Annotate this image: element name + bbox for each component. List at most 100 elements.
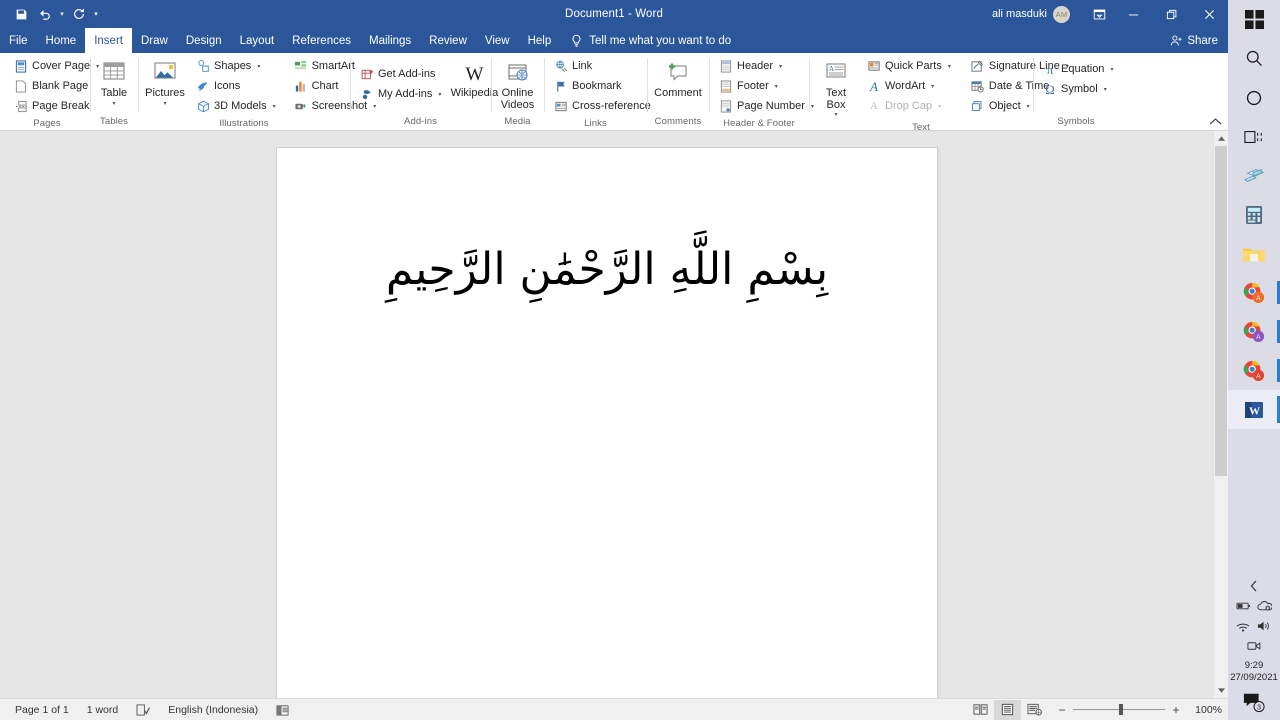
calculator-icon[interactable] bbox=[1228, 195, 1280, 234]
task-view-button[interactable] bbox=[1228, 117, 1280, 156]
zoom-track[interactable] bbox=[1073, 704, 1165, 715]
restore-down-icon[interactable] bbox=[1152, 0, 1190, 28]
chevron-down-icon[interactable]: ▾ bbox=[1027, 103, 1030, 110]
chevron-down-icon[interactable]: ▾ bbox=[775, 83, 778, 90]
chrome-window-3[interactable]: A bbox=[1228, 351, 1280, 390]
text-box-button[interactable]: A Text Box ▾ bbox=[814, 56, 858, 120]
chevron-down-icon[interactable]: ▾ bbox=[112, 100, 115, 108]
chevron-down-icon[interactable]: ▾ bbox=[1110, 66, 1113, 73]
ribbon-display-options-icon[interactable] bbox=[1084, 0, 1114, 28]
zoom-out-button[interactable]: − bbox=[1054, 703, 1070, 717]
3d-models-button[interactable]: 3D Models ▾ bbox=[191, 96, 281, 116]
chevron-down-icon[interactable]: ▾ bbox=[273, 103, 276, 110]
onedrive-icon[interactable] bbox=[1257, 600, 1272, 612]
cross-reference-button[interactable]: Cross-reference bbox=[549, 96, 656, 116]
chevron-down-icon[interactable]: ▾ bbox=[938, 103, 941, 110]
chevron-down-icon[interactable]: ▾ bbox=[438, 91, 441, 98]
header-button[interactable]: Header ▾ bbox=[714, 56, 819, 76]
tab-file[interactable]: File bbox=[0, 28, 37, 53]
icons-button[interactable]: Icons bbox=[191, 76, 281, 96]
wikipedia-button[interactable]: W Wikipedia bbox=[451, 56, 499, 101]
search-button[interactable] bbox=[1228, 39, 1280, 78]
word-count[interactable]: 1 word bbox=[78, 700, 128, 720]
chrome-window-1[interactable]: A bbox=[1228, 273, 1280, 312]
print-layout-icon[interactable] bbox=[994, 699, 1021, 720]
chevron-down-icon[interactable]: ▾ bbox=[257, 63, 260, 70]
tab-insert[interactable]: Insert bbox=[85, 28, 132, 53]
cortana-circle-icon[interactable] bbox=[1228, 78, 1280, 117]
online-videos-button[interactable]: Online Videos bbox=[496, 56, 540, 112]
save-icon[interactable] bbox=[10, 3, 32, 25]
action-center-icon[interactable]: 3 bbox=[1228, 686, 1280, 718]
bookmark-button[interactable]: Bookmark bbox=[549, 76, 656, 96]
show-hidden-icons-chevron[interactable] bbox=[1249, 576, 1259, 596]
chevron-down-icon[interactable]: ▾ bbox=[779, 63, 782, 70]
get-add-ins-button[interactable]: Get Add-ins bbox=[355, 64, 446, 84]
shapes-button[interactable]: Shapes ▾ bbox=[191, 56, 281, 76]
chevron-down-icon[interactable]: ▾ bbox=[948, 63, 951, 70]
page-number-button[interactable]: Page Number ▾ bbox=[714, 96, 819, 116]
quick-parts-button[interactable]: Quick Parts ▾ bbox=[862, 56, 956, 76]
books-icon[interactable] bbox=[1228, 156, 1280, 195]
tell-me-search[interactable]: Tell me what you want to do bbox=[570, 28, 731, 53]
comment-button[interactable]: Comment bbox=[652, 56, 704, 101]
document-page[interactable]: بِسْمِ اللَّهِ الرَّحْمَٰنِ الرَّحِيمِ bbox=[277, 148, 937, 698]
chrome-window-2[interactable]: A bbox=[1228, 312, 1280, 351]
symbol-button[interactable]: Ω Symbol ▾ bbox=[1038, 79, 1118, 99]
tab-mailings[interactable]: Mailings bbox=[360, 28, 420, 53]
link-button[interactable]: Link bbox=[549, 56, 656, 76]
tab-home[interactable]: Home bbox=[37, 28, 86, 53]
tab-design[interactable]: Design bbox=[177, 28, 231, 53]
start-button[interactable] bbox=[1228, 0, 1280, 39]
redo-icon[interactable] bbox=[68, 3, 90, 25]
battery-icon[interactable] bbox=[1236, 601, 1251, 611]
chevron-down-icon[interactable]: ▾ bbox=[163, 100, 166, 108]
account-name[interactable]: ali masduki bbox=[992, 8, 1047, 20]
meet-now-icon[interactable] bbox=[1247, 640, 1261, 652]
chevron-down-icon[interactable]: ▾ bbox=[834, 111, 837, 119]
pictures-button[interactable]: Pictures ▾ bbox=[143, 56, 187, 109]
tab-draw[interactable]: Draw bbox=[132, 28, 177, 53]
language-indicator[interactable]: English (Indonesia) bbox=[159, 700, 267, 720]
table-button[interactable]: Table ▾ bbox=[92, 56, 136, 109]
word-window[interactable]: W bbox=[1228, 390, 1280, 429]
scroll-down-arrow-icon[interactable] bbox=[1214, 683, 1228, 698]
tab-help[interactable]: Help bbox=[519, 28, 561, 53]
avatar[interactable]: AM bbox=[1053, 5, 1070, 23]
page-count[interactable]: Page 1 of 1 bbox=[6, 700, 78, 720]
scrollbar-track[interactable] bbox=[1214, 146, 1228, 683]
tab-references[interactable]: References bbox=[283, 28, 360, 53]
my-add-ins-button[interactable]: My Add-ins ▾ bbox=[355, 84, 446, 104]
zoom-slider[interactable]: − + bbox=[1054, 703, 1184, 717]
chevron-down-icon[interactable]: ▾ bbox=[1104, 86, 1107, 93]
read-mode-icon[interactable] bbox=[967, 700, 994, 720]
clock[interactable]: 9:29 27/09/2021 bbox=[1230, 656, 1278, 686]
drop-cap-button[interactable]: A Drop Cap ▾ bbox=[862, 96, 956, 116]
equation-button[interactable]: π Equation ▾ bbox=[1038, 59, 1118, 79]
zoom-thumb[interactable] bbox=[1119, 704, 1123, 715]
chevron-down-icon[interactable]: ▾ bbox=[931, 83, 934, 90]
close-icon[interactable] bbox=[1190, 0, 1228, 28]
web-layout-icon[interactable] bbox=[1021, 700, 1048, 720]
proofing-errors-icon[interactable] bbox=[127, 700, 159, 720]
zoom-level[interactable]: 100% bbox=[1190, 704, 1222, 716]
undo-dropdown-caret-icon[interactable]: ▾ bbox=[58, 10, 66, 18]
vertical-scrollbar[interactable] bbox=[1213, 131, 1228, 698]
collapse-ribbon-chevron-icon[interactable] bbox=[1209, 117, 1222, 126]
tab-review[interactable]: Review bbox=[420, 28, 476, 53]
scroll-up-arrow-icon[interactable] bbox=[1214, 131, 1228, 146]
accessibility-checker-icon[interactable] bbox=[267, 700, 298, 720]
customize-quick-access-toolbar-icon[interactable]: ▾ bbox=[92, 10, 100, 18]
volume-icon[interactable] bbox=[1257, 620, 1272, 632]
share-button[interactable]: Share bbox=[1170, 28, 1218, 53]
wifi-icon[interactable] bbox=[1236, 621, 1251, 632]
folder-icon[interactable] bbox=[1228, 234, 1280, 273]
wordart-button[interactable]: A WordArt ▾ bbox=[862, 76, 956, 96]
minimize-icon[interactable] bbox=[1114, 0, 1152, 28]
zoom-in-button[interactable]: + bbox=[1168, 703, 1184, 717]
tab-layout[interactable]: Layout bbox=[231, 28, 284, 53]
footer-button[interactable]: Footer ▾ bbox=[714, 76, 819, 96]
scrollbar-thumb[interactable] bbox=[1215, 146, 1227, 476]
tab-view[interactable]: View bbox=[476, 28, 519, 53]
undo-icon[interactable] bbox=[34, 3, 56, 25]
